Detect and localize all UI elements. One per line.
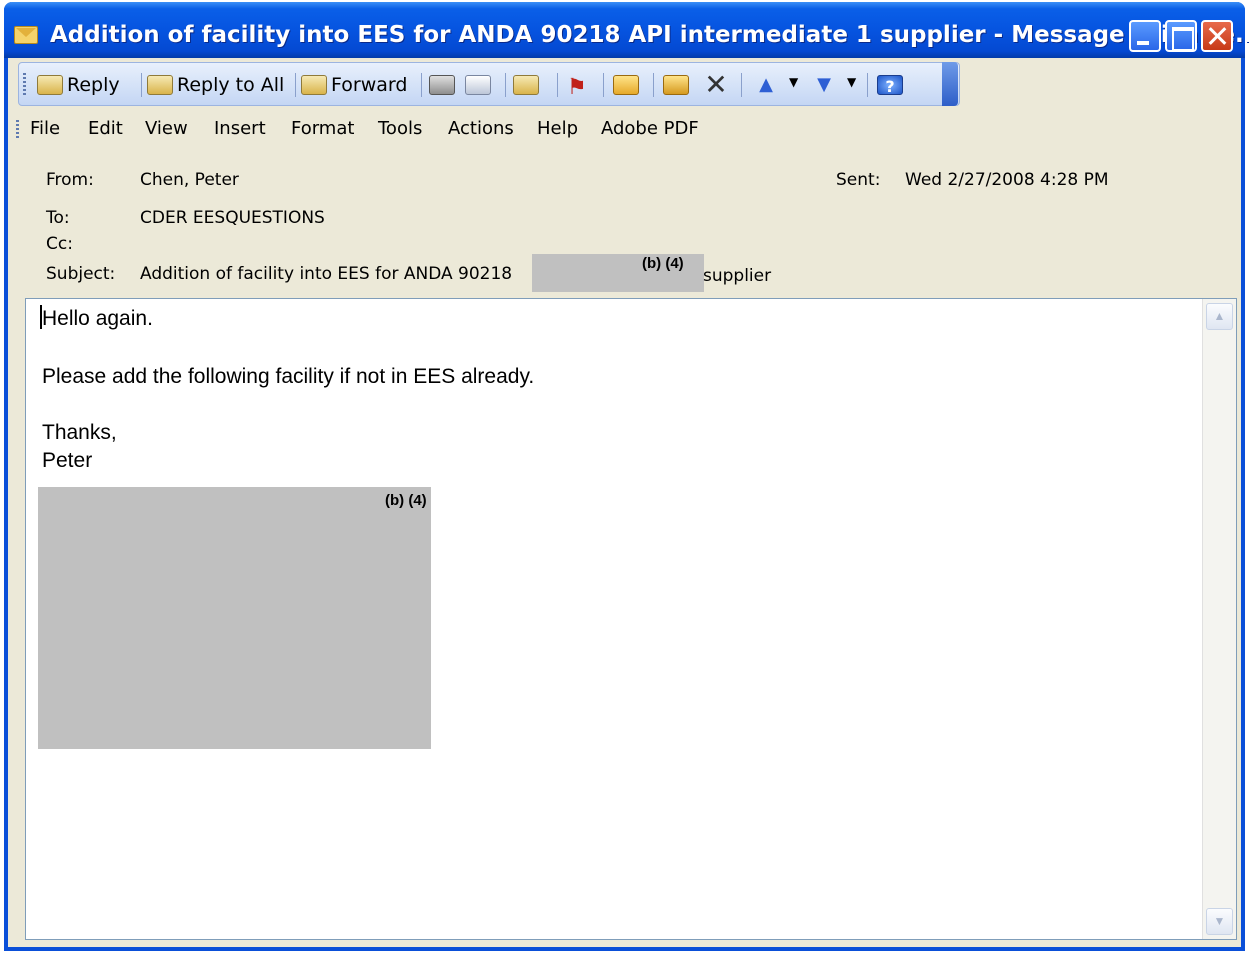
menu-tools[interactable]: Tools [378, 118, 422, 139]
previous-dropdown-arrow[interactable]: ▼ [789, 75, 798, 89]
copy-button[interactable] [465, 71, 495, 99]
toolbar-separator [867, 73, 868, 97]
body-signature: Peter [42, 449, 93, 472]
reply-button[interactable]: Reply [37, 71, 120, 99]
toolbar-options-chevron[interactable] [942, 62, 958, 106]
reply-icon [37, 75, 63, 95]
next-item-button[interactable]: ▼ [811, 71, 841, 99]
menu-grip[interactable] [16, 120, 19, 138]
follow-up-flag-button[interactable] [567, 71, 597, 99]
title-bar[interactable]: Addition of facility into EES for ANDA 9… [4, 2, 1249, 58]
help-icon: ? [877, 75, 903, 96]
maximize-button[interactable] [1165, 20, 1197, 52]
subject-redaction-tag: (b) (4) [642, 255, 684, 272]
menu-view[interactable]: View [145, 118, 188, 139]
toolbar-separator [603, 73, 604, 97]
reply-all-button[interactable]: Reply to All [147, 71, 284, 99]
forward-icon [301, 75, 327, 95]
message-body[interactable]: Hello again. Please add the following fa… [25, 298, 1237, 940]
menu-help[interactable]: Help [537, 118, 578, 139]
toolbar-separator [557, 73, 558, 97]
toolbar-separator [653, 73, 654, 97]
vertical-scrollbar[interactable]: ▲ ▼ [1202, 299, 1236, 939]
menu-format[interactable]: Format [291, 118, 354, 139]
folder-icon [613, 75, 639, 95]
envelope-icon [14, 26, 38, 44]
subject-value: Addition of facility into EES for ANDA 9… [140, 264, 513, 284]
scroll-up-button[interactable]: ▲ [1206, 303, 1233, 330]
copy-icon [465, 75, 491, 95]
scroll-down-button[interactable]: ▼ [1206, 908, 1233, 935]
subject-suffix: supplier [703, 266, 772, 286]
reply-label: Reply [67, 74, 120, 96]
previous-item-button[interactable]: ▲ [753, 71, 783, 99]
from-label: From: [46, 170, 94, 190]
toolbar-separator [141, 73, 142, 97]
body-redaction-tag: (b) (4) [385, 492, 427, 509]
reply-all-label: Reply to All [177, 74, 285, 96]
body-redaction: (b) (4) [38, 487, 431, 749]
flag-icon [567, 75, 593, 95]
envelope-mark-icon [513, 75, 539, 95]
move-to-folder-button[interactable] [663, 71, 693, 99]
message-header: From: Chen, Peter Sent: Wed 2/27/2008 4:… [8, 150, 1241, 296]
help-button[interactable]: ? [877, 71, 907, 99]
delete-icon: ✕ [704, 68, 728, 101]
previous-item-icon: ▲ [759, 74, 773, 95]
next-item-icon: ▼ [817, 74, 831, 95]
close-button[interactable] [1201, 20, 1233, 52]
menu-actions[interactable]: Actions [448, 118, 514, 139]
toolbar-separator [295, 73, 296, 97]
to-label: To: [46, 208, 70, 228]
folder-button[interactable] [613, 71, 643, 99]
delete-button[interactable]: ✕ [703, 71, 733, 99]
standard-toolbar: Reply Reply to All Forward ⚑ ✕ ▲ ▼ ▼ ▼ ? [18, 62, 960, 106]
print-button[interactable] [429, 71, 459, 99]
menu-edit[interactable]: Edit [88, 118, 123, 139]
forward-label: Forward [331, 74, 408, 96]
body-closing: Thanks, [42, 421, 117, 444]
from-value[interactable]: Chen, Peter [140, 170, 239, 190]
menu-adobe-pdf[interactable]: Adobe PDF [601, 118, 699, 139]
next-dropdown-arrow[interactable]: ▼ [847, 75, 856, 89]
subject-label: Subject: [46, 264, 116, 284]
reply-all-icon [147, 75, 173, 95]
body-greeting: Hello again. [42, 307, 153, 330]
window-title: Addition of facility into EES for ANDA 9… [50, 22, 1249, 48]
cc-label: Cc: [46, 234, 73, 254]
printer-icon [429, 75, 455, 95]
move-to-folder-icon [663, 75, 689, 95]
mark-unread-button[interactable] [513, 71, 543, 99]
menu-insert[interactable]: Insert [214, 118, 266, 139]
sent-label: Sent: [836, 170, 881, 190]
to-value[interactable]: CDER EESQUESTIONS [140, 208, 325, 228]
forward-button[interactable]: Forward [301, 71, 407, 99]
toolbar-separator [421, 73, 422, 97]
toolbar-separator [741, 73, 742, 97]
body-request: Please add the following facility if not… [42, 365, 535, 388]
message-window: Addition of facility into EES for ANDA 9… [4, 2, 1249, 951]
sent-value: Wed 2/27/2008 4:28 PM [905, 170, 1109, 190]
toolbar-grip[interactable] [23, 73, 26, 97]
toolbar-separator [505, 73, 506, 97]
menu-bar: File Edit View Insert Format Tools Actio… [8, 110, 1241, 146]
minimize-button[interactable] [1129, 20, 1161, 52]
menu-file[interactable]: File [30, 118, 60, 139]
